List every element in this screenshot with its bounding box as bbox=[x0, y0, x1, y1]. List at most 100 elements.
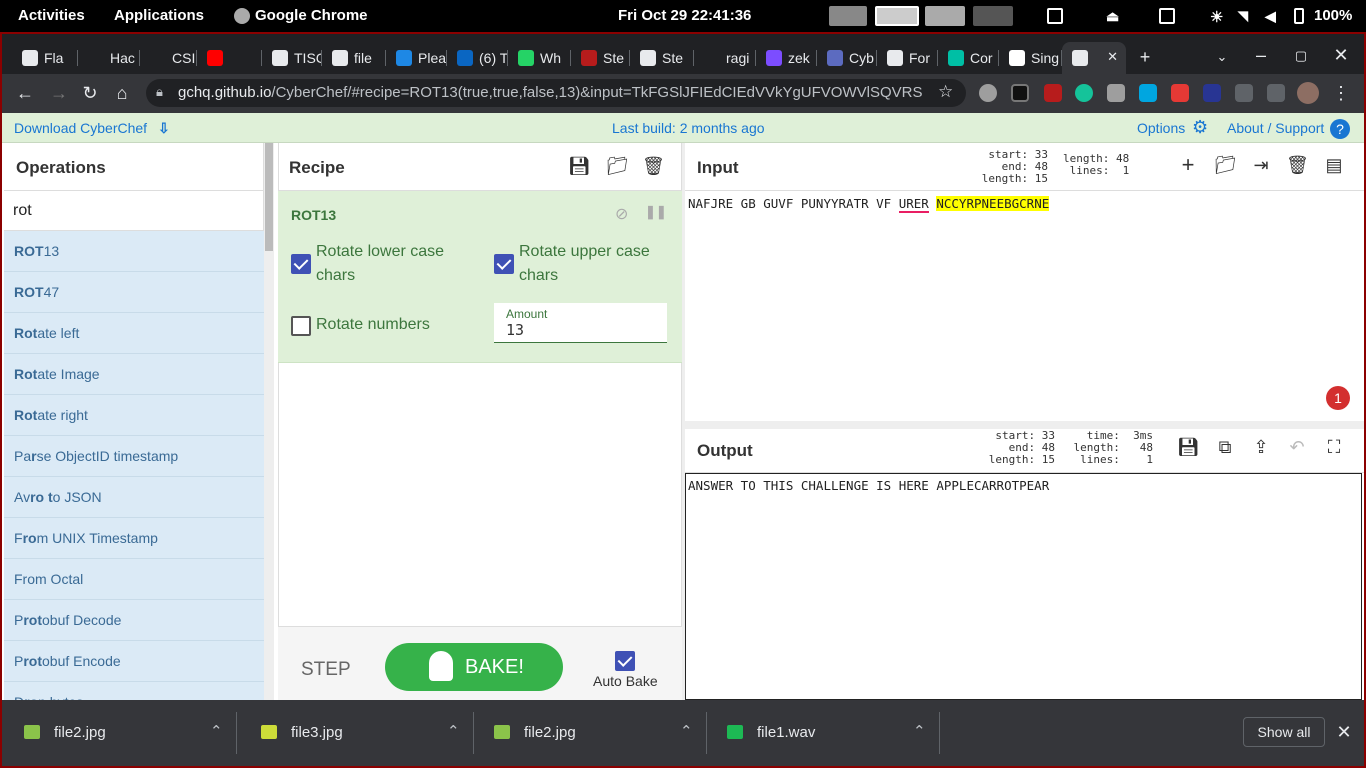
maximize-output-icon[interactable]: ⛶ bbox=[1323, 436, 1345, 458]
operation-item[interactable]: From Octal bbox=[4, 559, 264, 600]
lock-icon[interactable]: 🔒︎ bbox=[156, 84, 163, 100]
bookmark-star-icon[interactable]: ☆ bbox=[938, 82, 953, 102]
tab-5[interactable]: file bbox=[322, 42, 386, 74]
app-name[interactable]: Google Chrome bbox=[255, 7, 368, 24]
close-shelf-icon[interactable]: ✕ bbox=[1333, 722, 1355, 742]
forward-icon[interactable]: → bbox=[48, 83, 70, 103]
back-icon[interactable]: ← bbox=[14, 83, 36, 103]
operation-item[interactable]: Protobuf Decode bbox=[4, 600, 264, 641]
undo-icon[interactable]: ↶ bbox=[1286, 436, 1308, 458]
operation-item[interactable]: Parse ObjectID timestamp bbox=[4, 436, 264, 477]
download-icon[interactable]: ⇩ bbox=[158, 120, 170, 137]
operation-item[interactable]: Protobuf Encode bbox=[4, 641, 264, 682]
extension-v-icon[interactable] bbox=[1107, 84, 1125, 102]
tab-16[interactable]: Sing bbox=[999, 42, 1062, 74]
open-folder-icon[interactable]: ⇥ bbox=[1250, 154, 1272, 176]
rotate-upper-checkbox[interactable] bbox=[494, 254, 514, 274]
tab-6[interactable]: Plea bbox=[386, 42, 447, 74]
open-file-icon[interactable]: 📁︎ bbox=[1214, 154, 1237, 176]
help-icon[interactable]: ? bbox=[1330, 119, 1350, 139]
wifi-icon[interactable]: ◥ bbox=[1238, 8, 1254, 24]
tab-1[interactable]: Hac bbox=[78, 42, 140, 74]
save-output-icon[interactable]: 💾︎ bbox=[1177, 436, 1200, 458]
copy-output-icon[interactable]: ⧉ bbox=[1214, 436, 1236, 458]
operation-item[interactable]: Rotate right bbox=[4, 395, 264, 436]
show-all-downloads-button[interactable]: Show all bbox=[1243, 717, 1325, 747]
tab-14[interactable]: For bbox=[877, 42, 938, 74]
auto-bake-checkbox[interactable] bbox=[615, 651, 635, 671]
operation-item[interactable]: Avro to JSON bbox=[4, 477, 264, 518]
tab-search-icon[interactable]: ⌄ bbox=[1211, 47, 1233, 67]
input-notification-badge[interactable]: 1 bbox=[1326, 386, 1350, 410]
tab-13[interactable]: Cyb bbox=[817, 42, 877, 74]
operation-item[interactable]: Drop bytes bbox=[4, 682, 264, 701]
rotate-numbers-checkbox[interactable] bbox=[291, 316, 311, 336]
extension-blue-icon[interactable] bbox=[1203, 84, 1221, 102]
step-button[interactable]: STEP bbox=[301, 659, 351, 681]
about-support-link[interactable]: About / Support bbox=[1227, 120, 1324, 136]
reload-icon[interactable]: ↻ bbox=[79, 83, 101, 103]
maximize-icon[interactable]: ▢ bbox=[1290, 46, 1312, 66]
download-options-icon[interactable]: ⌃ bbox=[913, 722, 926, 740]
download-options-icon[interactable]: ⌃ bbox=[210, 722, 223, 740]
extension-mask-icon[interactable] bbox=[1011, 84, 1029, 102]
clear-input-icon[interactable]: 🗑︎ bbox=[1286, 154, 1309, 176]
operation-item[interactable]: From UNIX Timestamp bbox=[4, 518, 264, 559]
options-link[interactable]: Options bbox=[1137, 120, 1185, 136]
reset-layout-icon[interactable]: ▤ bbox=[1323, 154, 1345, 176]
tab-17[interactable]: ✕ bbox=[1062, 42, 1126, 74]
tab-12[interactable]: zek bbox=[756, 42, 817, 74]
grammarly-icon[interactable] bbox=[1075, 84, 1093, 102]
media-controls-icon[interactable] bbox=[1267, 84, 1285, 102]
tab-9[interactable]: Ste bbox=[571, 42, 630, 74]
new-tab-icon[interactable]: + bbox=[1134, 47, 1156, 67]
disable-op-icon[interactable]: ⊘ bbox=[615, 204, 628, 224]
load-recipe-icon[interactable]: 📁︎ bbox=[606, 155, 629, 177]
operations-scroll-thumb[interactable] bbox=[265, 143, 273, 251]
operation-item[interactable]: Rotate Image bbox=[4, 354, 264, 395]
workspace-1[interactable] bbox=[829, 6, 867, 26]
ublock-icon[interactable] bbox=[1044, 84, 1062, 102]
gear-icon[interactable]: ⚙ bbox=[1192, 117, 1208, 138]
brightness-icon[interactable]: ☀ bbox=[1210, 8, 1226, 26]
profile-avatar[interactable] bbox=[1297, 82, 1319, 104]
tab-11[interactable]: ragi bbox=[694, 42, 756, 74]
address-bar[interactable]: 🔒︎ gchq.github.io/CyberChef/#recipe=ROT1… bbox=[146, 79, 966, 107]
tab-8[interactable]: Wh bbox=[508, 42, 571, 74]
download-item[interactable]: file2.jpg ⌃ bbox=[4, 708, 237, 758]
clear-recipe-icon[interactable]: 🗑︎ bbox=[642, 155, 665, 177]
workspace-4[interactable] bbox=[973, 6, 1013, 26]
download-options-icon[interactable]: ⌃ bbox=[447, 722, 460, 740]
clipboard-icon[interactable] bbox=[1159, 8, 1175, 24]
operation-item[interactable]: ROT47 bbox=[4, 272, 264, 313]
battery-icon[interactable] bbox=[1294, 8, 1304, 24]
output-area[interactable]: ANSWER TO THIS CHALLENGE IS HERE APPLECA… bbox=[685, 473, 1362, 700]
tab-0[interactable]: Fla bbox=[12, 42, 78, 74]
amount-field[interactable]: Amount 13 bbox=[494, 303, 667, 343]
breakpoint-icon[interactable]: ❚❚ bbox=[645, 204, 667, 220]
volume-icon[interactable]: ◀ bbox=[1265, 8, 1281, 24]
applications-menu[interactable]: Applications bbox=[114, 7, 204, 24]
activities-button[interactable]: Activities bbox=[18, 7, 85, 24]
workspace-3[interactable] bbox=[925, 6, 965, 26]
tab-2[interactable]: CSI bbox=[140, 42, 197, 74]
download-options-icon[interactable]: ⌃ bbox=[680, 722, 693, 740]
operation-item[interactable]: ROT13 bbox=[4, 231, 264, 272]
tab-15[interactable]: Cor bbox=[938, 42, 999, 74]
add-input-icon[interactable]: + bbox=[1177, 154, 1199, 176]
tab-7[interactable]: (6) T bbox=[447, 42, 508, 74]
clock[interactable]: Fri Oct 29 22:41:36 bbox=[618, 7, 751, 24]
extension-video-icon[interactable] bbox=[1171, 84, 1189, 102]
tab-10[interactable]: Ste bbox=[630, 42, 694, 74]
minimize-icon[interactable]: – bbox=[1250, 45, 1272, 65]
eject-icon[interactable]: ⏏ bbox=[1106, 8, 1122, 24]
input-output-divider[interactable] bbox=[685, 421, 1364, 429]
workspace-2[interactable] bbox=[875, 6, 919, 26]
bake-button[interactable]: BAKE! bbox=[385, 643, 563, 691]
window-layout-icon[interactable] bbox=[1047, 8, 1063, 24]
replace-input-icon[interactable]: ⇪ bbox=[1250, 436, 1272, 458]
tab-4[interactable]: TISC bbox=[262, 42, 322, 74]
download-cyberchef-link[interactable]: Download CyberChef bbox=[14, 120, 147, 136]
download-item[interactable]: file2.jpg ⌃ bbox=[474, 708, 707, 758]
input-text[interactable]: NAFJRE GB GUVF PUNYYRATR VF URER NCCYRPN… bbox=[688, 196, 1050, 213]
